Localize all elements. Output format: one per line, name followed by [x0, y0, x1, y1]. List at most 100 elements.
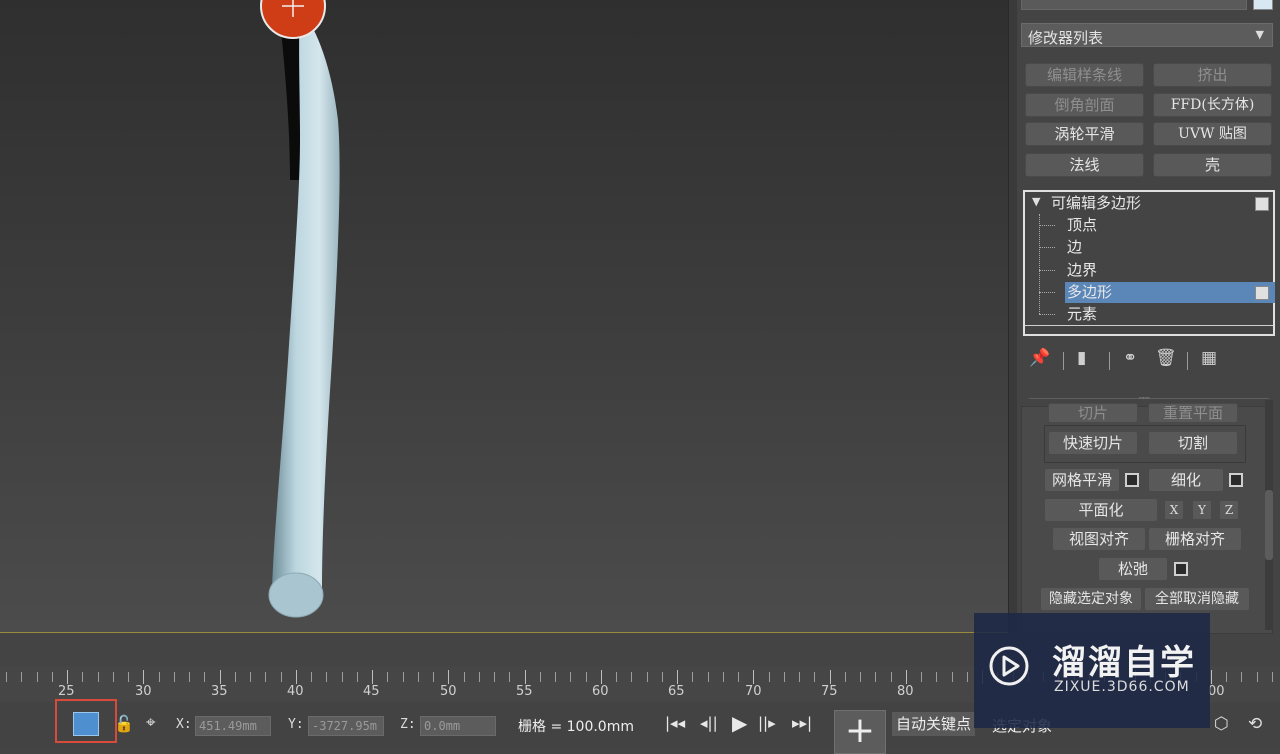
make-unique-icon[interactable]: ⚭ [1123, 348, 1137, 368]
tessellate-settings-icon[interactable] [1229, 473, 1243, 487]
panel-scrollbar-thumb[interactable] [1265, 490, 1273, 560]
x-coordinate-field[interactable]: 451.49mm [195, 716, 271, 736]
divider-grip-icon[interactable]: ┈┈ [1139, 394, 1150, 404]
timeline-tick [387, 672, 389, 682]
object-color-swatch[interactable] [1253, 0, 1273, 10]
viewport-cube-icon[interactable]: ⬡ [1214, 714, 1229, 734]
timeline-tick [509, 672, 511, 682]
stack-sub-element[interactable]: 元素 [1067, 303, 1097, 325]
timeline-label: 40 [287, 684, 304, 699]
stack-sub-edge[interactable]: 边 [1067, 236, 1082, 258]
planar-x-button[interactable]: X [1164, 500, 1184, 520]
make-planar-button[interactable]: 平面化 [1044, 498, 1158, 522]
timeline-tick [875, 672, 877, 682]
slice-button[interactable]: 切片 [1048, 403, 1138, 423]
timeline-tick [67, 670, 68, 684]
pin-stack-icon[interactable]: 📌 [1029, 348, 1050, 368]
viewport[interactable] [0, 0, 1008, 633]
timeline-tick [402, 672, 404, 682]
timeline-tick [692, 672, 694, 682]
remove-modifier-icon[interactable]: 🗑 [1155, 348, 1177, 368]
stack-sub-border[interactable]: 边界 [1067, 259, 1097, 281]
modifier-button-turbosmooth[interactable]: 涡轮平滑 [1025, 122, 1144, 146]
lock-icon[interactable]: 🔓 [114, 714, 134, 733]
stack-item-editable-poly[interactable]: 可编辑多边形 [1051, 192, 1141, 214]
timeline-tick [829, 670, 831, 684]
planar-y-button[interactable]: Y [1192, 500, 1212, 520]
timeline-tick [661, 672, 663, 682]
grid-size-readout: 栅格 = 100.0mm [518, 719, 634, 735]
timeline-tick [82, 672, 84, 682]
timeline-label: 00 [1208, 684, 1225, 699]
view-align-button[interactable]: 视图对齐 [1052, 527, 1146, 551]
quick-slice-button[interactable]: 快速切片 [1048, 431, 1138, 455]
expand-triangle-icon[interactable]: ▼ [1032, 195, 1040, 208]
grid-align-button[interactable]: 栅格对齐 [1148, 527, 1242, 551]
reset-plane-button[interactable]: 重置平面 [1148, 403, 1238, 423]
modifier-button-normal[interactable]: 法线 [1025, 153, 1144, 177]
stack-sub-polygon[interactable]: 多边形 [1067, 281, 1112, 303]
polygon-toggle[interactable] [1255, 286, 1269, 300]
relax-settings-icon[interactable] [1174, 562, 1188, 576]
edit-geometry-rollout: 切片 重置平面 快速切片 切割 网格平滑 细化 平面化 X Y Z 视图对齐 栅… [1021, 403, 1273, 634]
modifier-list-label: 修改器列表 [1028, 29, 1104, 47]
timeline-tick [295, 670, 297, 684]
modifier-button-ffd-box[interactable]: FFD(长方体) [1153, 93, 1272, 117]
stack-item-toggle[interactable] [1255, 197, 1269, 211]
timeline-tick [158, 672, 160, 682]
tessellate-button[interactable]: 细化 [1148, 468, 1224, 492]
timeline-label: 70 [745, 684, 762, 699]
previous-frame-icon[interactable]: ◂|| [700, 714, 718, 732]
modifier-list-dropdown[interactable]: 修改器列表 ▼ [1021, 23, 1273, 47]
configure-modifier-sets-icon[interactable]: ▦ [1201, 348, 1217, 368]
planar-z-button[interactable]: Z [1219, 500, 1239, 520]
z-coordinate-field[interactable]: 0.0mm [420, 716, 496, 736]
go-to-start-icon[interactable]: |◂◂ [665, 714, 685, 732]
object-name-field[interactable] [1021, 0, 1247, 10]
timeline-tick [753, 670, 755, 684]
cut-button[interactable]: 切割 [1148, 431, 1238, 455]
orbit-icon[interactable]: ⟲ [1248, 714, 1262, 734]
timeline-tick [936, 672, 938, 682]
mesh-smooth-button[interactable]: 网格平滑 [1044, 468, 1120, 492]
timeline-tick [585, 672, 587, 682]
timeline-label: 50 [440, 684, 457, 699]
timeline-tick [555, 672, 556, 682]
modifier-button-edit-spline[interactable]: 编辑样条线 [1025, 63, 1144, 87]
timeline-tick [1210, 670, 1212, 684]
isolate-selection-icon[interactable] [73, 712, 99, 736]
add-time-tag-icon[interactable]: + [834, 710, 886, 754]
timeline-tick [677, 670, 678, 684]
timeline-tick [219, 670, 221, 684]
relax-button[interactable]: 松弛 [1098, 557, 1168, 581]
go-to-end-icon[interactable]: ▸▸| [792, 714, 812, 732]
next-frame-icon[interactable]: ||▸ [758, 714, 776, 732]
y-coordinate-field[interactable]: -3727.95m [308, 716, 384, 736]
hide-selected-button[interactable]: 隐藏选定对象 [1040, 587, 1142, 611]
play-icon[interactable]: ▶ [732, 711, 747, 735]
timeline-tick [860, 672, 861, 682]
timeline-tick [36, 672, 38, 682]
modifier-button-shell[interactable]: 壳 [1153, 153, 1272, 177]
unhide-all-button[interactable]: 全部取消隐藏 [1144, 587, 1250, 611]
timeline-tick [280, 672, 282, 682]
timeline-tick [448, 670, 450, 684]
absolute-mode-icon[interactable]: ⌖ [146, 713, 156, 733]
mesh-smooth-settings-icon[interactable] [1125, 473, 1139, 487]
watermark-url: ZIXUE.3D66.COM [1054, 679, 1190, 695]
modifier-button-extrude[interactable]: 挤出 [1153, 63, 1272, 87]
timeline-tick [524, 670, 526, 684]
timeline-tick [738, 672, 739, 682]
show-end-result-icon[interactable]: ▮ [1077, 348, 1086, 368]
stack-sub-vertex[interactable]: 顶点 [1067, 214, 1097, 236]
timeline-tick [646, 672, 648, 682]
timeline-tick [250, 672, 251, 682]
timeline-tick [112, 672, 114, 682]
auto-key-button[interactable]: 自动关键点 [892, 712, 976, 736]
timeline-tick [1271, 672, 1273, 682]
tube-mesh[interactable] [272, 8, 340, 590]
modifier-button-bevel-profile[interactable]: 倒角剖面 [1025, 93, 1144, 117]
modifier-button-uvw-map[interactable]: UVW 贴图 [1153, 122, 1272, 146]
timeline-label: 55 [516, 684, 533, 699]
timeline-tick [341, 672, 343, 682]
